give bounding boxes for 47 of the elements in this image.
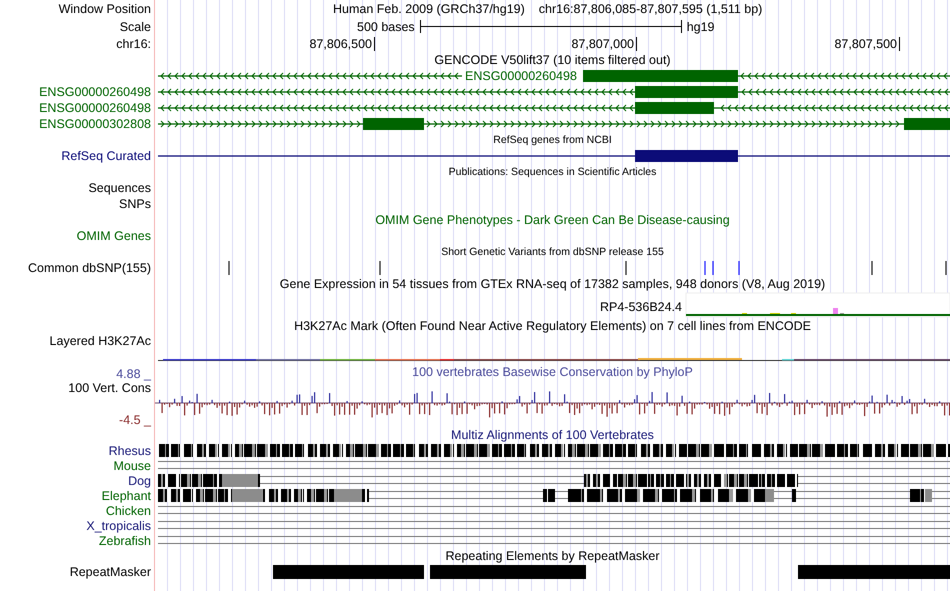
assembly-text: Human Feb. 2009 (GRCh37/hg19): [333, 2, 525, 16]
track-label[interactable]: Sequences: [88, 181, 151, 195]
track-label[interactable]: Zebrafish: [98, 534, 151, 548]
track-title[interactable]: RefSeq genes from NCBI: [493, 134, 612, 146]
gene-drawing[interactable]: [155, 84, 950, 100]
track-label[interactable]: Mouse: [113, 458, 151, 472]
ruler-tick: 87,806,500: [309, 37, 375, 51]
track-label[interactable]: Chicken: [106, 504, 151, 518]
track-label[interactable]: OMIM Genes: [76, 229, 151, 243]
track-label[interactable]: SNPs: [119, 197, 151, 211]
track-title[interactable]: Short Genetic Variants from dbSNP release 155: [441, 246, 664, 258]
gene-drawing[interactable]: [155, 100, 950, 116]
track-label[interactable]: 100 Vert. Cons: [68, 381, 151, 395]
gene-label[interactable]: RP4-536B24.4: [600, 300, 682, 314]
track-title[interactable]: H3K27Ac Mark (Often Found Near Active Regulatory Elements) on 7 cell lines from ENCODE: [294, 319, 811, 333]
track-title[interactable]: Multiz Alignments of 100 Vertebrates: [451, 428, 654, 442]
gene-label[interactable]: ENSG00000260498: [465, 69, 577, 83]
ruler-tick: 87,807,000: [571, 37, 637, 51]
gene-drawing[interactable]: [155, 116, 950, 132]
track-title[interactable]: Gene Expression in 54 tissues from GTEx RNA-seq of 17382 samples, 948 donors (V8, Aug 2019): [280, 277, 826, 291]
track-label[interactable]: Dog: [128, 474, 151, 488]
track-label[interactable]: Common dbSNP(155): [28, 261, 151, 275]
track-title[interactable]: GENCODE V50lift37 (10 items filtered out): [434, 53, 671, 67]
track-title[interactable]: Publications: Sequences in Scientific Articles: [448, 166, 656, 178]
track-label[interactable]: RefSeq Curated: [61, 149, 151, 163]
track-label[interactable]: ENSG00000302808: [39, 117, 151, 131]
axis-max-label: 4.88 _: [116, 367, 151, 381]
gene-drawing[interactable]: [155, 148, 950, 164]
track-label[interactable]: X_tropicalis: [86, 518, 151, 532]
track-label[interactable]: Scale: [120, 20, 151, 34]
axis-min-label: -4.5 _: [119, 413, 151, 427]
track-label[interactable]: Rhesus: [108, 444, 151, 458]
track-label[interactable]: ENSG00000260498: [39, 85, 151, 99]
assembly-text: hg19: [686, 20, 714, 34]
track-label[interactable]: chr16:: [116, 36, 151, 50]
track-label[interactable]: Elephant: [102, 488, 151, 502]
ruler-tick: 87,807,500: [834, 37, 900, 51]
track-label[interactable]: Layered H3K27Ac: [50, 334, 151, 348]
gene-drawing[interactable]: [155, 68, 950, 84]
track-title[interactable]: 100 vertebrates Basewise Conservation by PhyloP: [412, 364, 693, 378]
track-label[interactable]: RepeatMasker: [70, 565, 151, 579]
scale-text: 500 bases: [357, 20, 415, 34]
track-label[interactable]: ENSG00000260498: [39, 101, 151, 115]
track-title[interactable]: OMIM Gene Phenotypes - Dark Green Can Be Disease-causing: [375, 213, 730, 227]
track-title[interactable]: Repeating Elements by RepeatMasker: [445, 549, 660, 563]
track-label[interactable]: Window Position: [58, 2, 151, 16]
position-text: chr16:87,806,085-87,807,595 (1,511 bp): [538, 2, 762, 16]
